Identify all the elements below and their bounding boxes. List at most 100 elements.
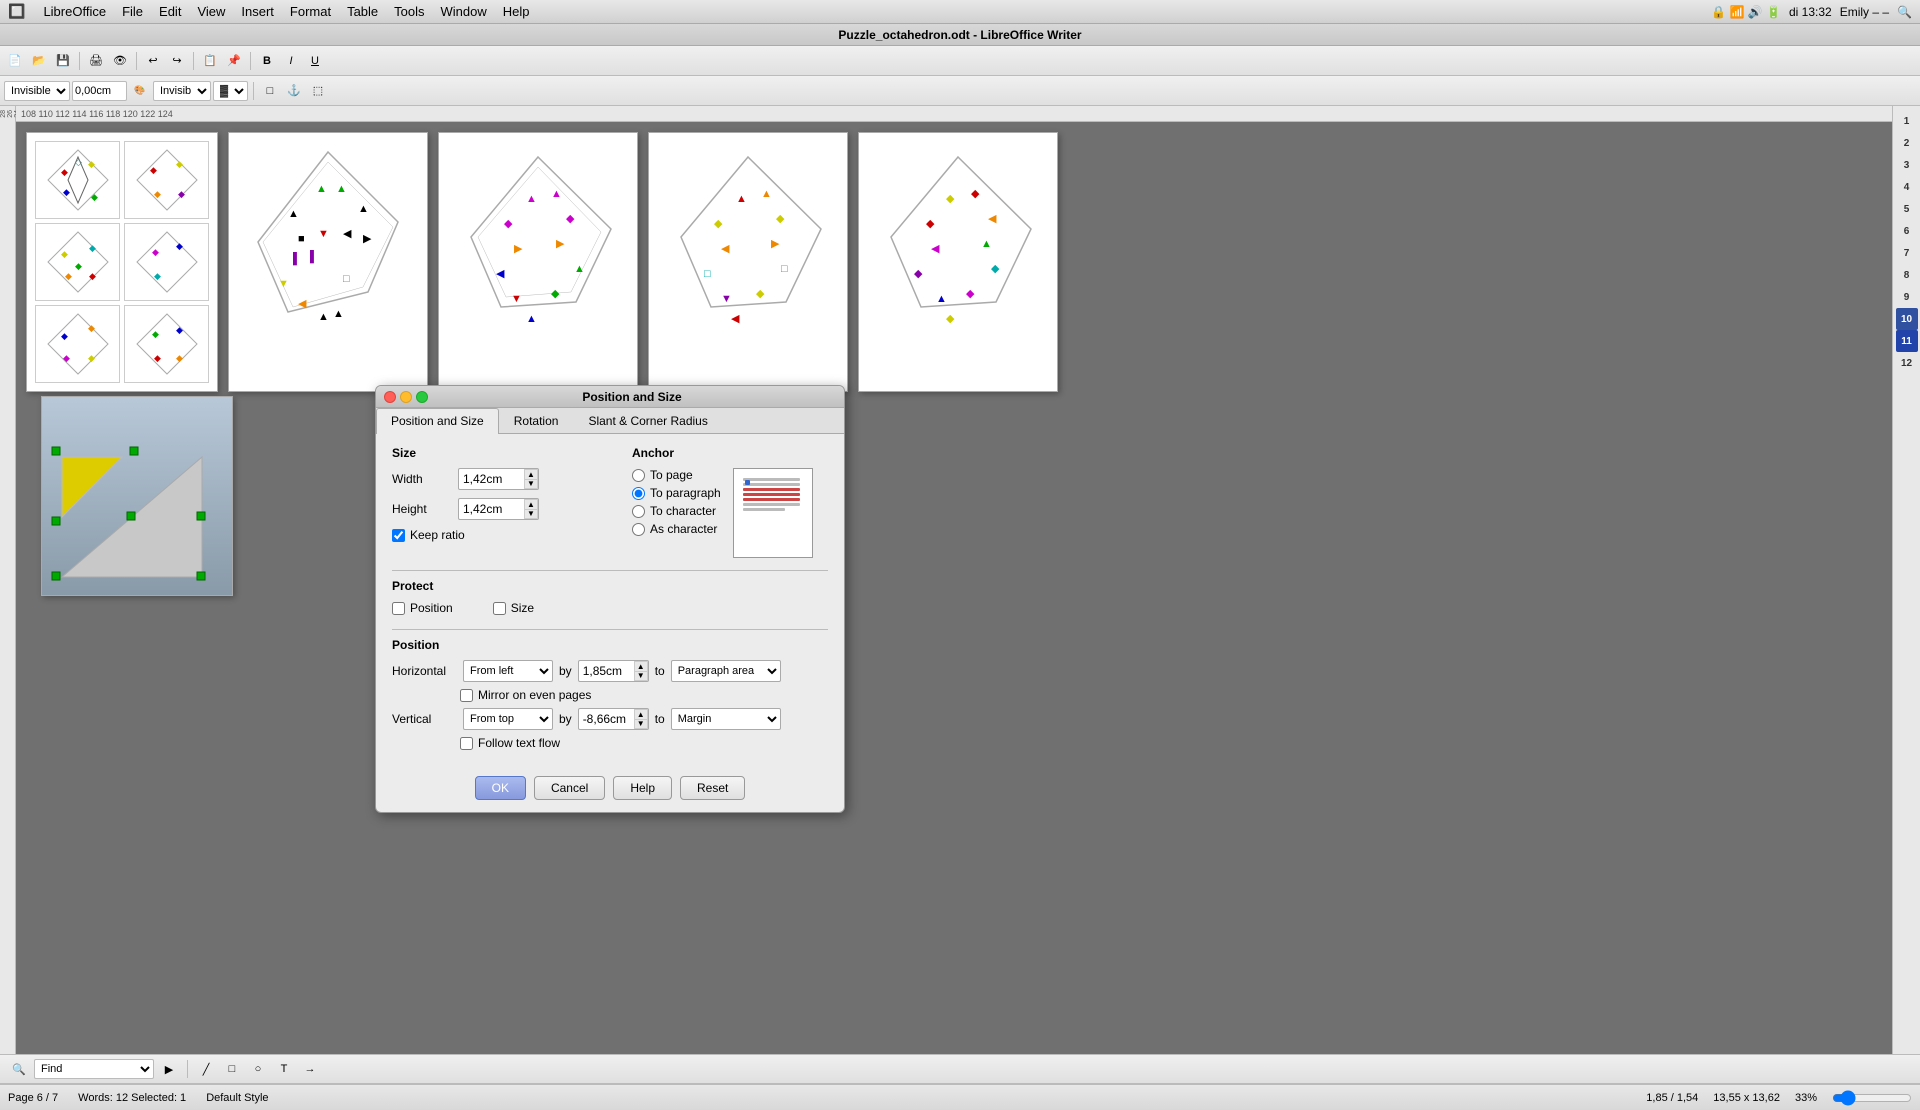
new-btn[interactable]: 📄	[4, 50, 26, 72]
tb-draw-text[interactable]: T	[273, 1058, 295, 1080]
line-style-select[interactable]: Invisible	[4, 81, 70, 101]
bold-btn[interactable]: B	[256, 50, 278, 72]
horizontal-to-select[interactable]: Paragraph area Margin Page	[671, 660, 781, 682]
anchor-to-character-radio[interactable]	[632, 505, 645, 518]
paste-btn[interactable]: 📌	[223, 50, 245, 72]
redo-btn[interactable]: ↪	[166, 50, 188, 72]
tab-position-size[interactable]: Position and Size	[376, 408, 499, 434]
menu-table[interactable]: Table	[339, 2, 386, 21]
page-num-11[interactable]: 11	[1896, 330, 1918, 352]
keep-ratio-checkbox[interactable]	[392, 529, 405, 542]
vby-up[interactable]: ▲	[634, 709, 648, 719]
height-input[interactable]: 1,42cm	[459, 500, 524, 518]
dialog-max-btn[interactable]	[416, 391, 428, 403]
svg-text:◆: ◆	[991, 263, 1000, 275]
width-down[interactable]: ▼	[524, 479, 538, 489]
horizontal-from-select[interactable]: From left From right From inside	[463, 660, 553, 682]
zoom-slider[interactable]	[1832, 1090, 1912, 1106]
page-num-9[interactable]: 9	[1896, 286, 1918, 308]
menu-insert[interactable]: Insert	[233, 2, 282, 21]
anchor-to-character-item[interactable]: To character	[632, 504, 721, 518]
open-btn[interactable]: 📂	[28, 50, 50, 72]
help-button[interactable]: Help	[613, 776, 672, 800]
tb-find-go[interactable]: ▶	[158, 1058, 180, 1080]
protect-size-label: Size	[511, 601, 534, 615]
page-num-3[interactable]: 3	[1896, 154, 1918, 176]
menu-view[interactable]: View	[189, 2, 233, 21]
page-num-4[interactable]: 4	[1896, 176, 1918, 198]
line-width-input[interactable]	[72, 81, 127, 101]
ok-button[interactable]: OK	[475, 776, 526, 800]
hby-up[interactable]: ▲	[634, 661, 648, 671]
menu-tools[interactable]: Tools	[386, 2, 432, 21]
anchor-as-character-item[interactable]: As character	[632, 522, 721, 536]
anchor-to-page-item[interactable]: To page	[632, 468, 721, 482]
height-down[interactable]: ▼	[524, 509, 538, 519]
anchor-to-paragraph-radio[interactable]	[632, 487, 645, 500]
tb-draw-line[interactable]: ╱	[195, 1058, 217, 1080]
page-num-6[interactable]: 6	[1896, 220, 1918, 242]
protect-size-checkbox[interactable]	[493, 602, 506, 615]
page-5: ◆◆ ◆◀ ◀▲ ◆◆ ▲◆ ◆	[858, 132, 1058, 392]
page-num-5[interactable]: 5	[1896, 198, 1918, 220]
italic-btn[interactable]: I	[280, 50, 302, 72]
shadow-btn[interactable]: □	[259, 80, 281, 102]
undo-btn[interactable]: ↩	[142, 50, 164, 72]
protect-position-checkbox[interactable]	[392, 602, 405, 615]
svg-text:▲: ▲	[574, 263, 585, 275]
vertical-by-input[interactable]	[579, 710, 634, 728]
menu-libreoffice[interactable]: LibreOffice	[35, 2, 114, 21]
page-num-1[interactable]: 1	[1896, 110, 1918, 132]
fill-style-select[interactable]: Invisib	[153, 81, 211, 101]
horizontal-by-input[interactable]	[579, 662, 634, 680]
width-label: Width	[392, 472, 452, 486]
hby-down[interactable]: ▼	[634, 671, 648, 681]
wrap-btn[interactable]: ⬚	[307, 80, 329, 102]
tb-draw-rect[interactable]: □	[221, 1058, 243, 1080]
follow-text-checkbox[interactable]	[460, 737, 473, 750]
reset-button[interactable]: Reset	[680, 776, 745, 800]
mirror-checkbox[interactable]	[460, 689, 473, 702]
page-num-2[interactable]: 2	[1896, 132, 1918, 154]
cancel-button[interactable]: Cancel	[534, 776, 605, 800]
tb-draw-arrow[interactable]: →	[299, 1058, 321, 1080]
search-icon[interactable]: 🔍	[1897, 5, 1912, 19]
menu-help[interactable]: Help	[495, 2, 538, 21]
dialog-close-btn[interactable]	[384, 391, 396, 403]
page-num-8[interactable]: 8	[1896, 264, 1918, 286]
tb-draw-ellipse[interactable]: ○	[247, 1058, 269, 1080]
anchor-to-paragraph-item[interactable]: To paragraph	[632, 486, 721, 500]
page-num-12[interactable]: 12	[1896, 352, 1918, 374]
menu-format[interactable]: Format	[282, 2, 339, 21]
tab-rotation[interactable]: Rotation	[499, 408, 574, 433]
menu-file[interactable]: File	[114, 2, 151, 21]
save-btn[interactable]: 💾	[52, 50, 74, 72]
underline-btn[interactable]: U	[304, 50, 326, 72]
width-up[interactable]: ▲	[524, 469, 538, 479]
tb-find[interactable]: 🔍	[8, 1058, 30, 1080]
anchor-btn[interactable]: ⚓	[283, 80, 305, 102]
mirror-row: Mirror on even pages	[460, 688, 828, 702]
page-num-10[interactable]: 10	[1896, 308, 1918, 330]
find-input[interactable]: Find	[34, 1059, 154, 1079]
width-input[interactable]: 1,42cm	[459, 470, 524, 488]
tab-slant[interactable]: Slant & Corner Radius	[573, 408, 722, 433]
anchor-to-page-radio[interactable]	[632, 469, 645, 482]
vertical-to-select[interactable]: Margin Paragraph area Page	[671, 708, 781, 730]
menu-edit[interactable]: Edit	[151, 2, 189, 21]
menu-window[interactable]: Window	[433, 2, 495, 21]
copy-btn[interactable]: 📋	[199, 50, 221, 72]
anchor-dot	[745, 480, 750, 485]
thumb-cell-2: ◆◆◆◆	[124, 141, 209, 219]
page-num-7[interactable]: 7	[1896, 242, 1918, 264]
dialog-min-btn[interactable]	[400, 391, 412, 403]
height-up[interactable]: ▲	[524, 499, 538, 509]
preview-btn[interactable]: 👁	[109, 50, 131, 72]
line-color-btn[interactable]: 🎨	[129, 80, 151, 102]
follow-text-label: Follow text flow	[478, 736, 560, 750]
fill-color-select[interactable]: ▓	[213, 81, 248, 101]
vertical-from-select[interactable]: From top From bottom	[463, 708, 553, 730]
anchor-as-character-radio[interactable]	[632, 523, 645, 536]
vby-down[interactable]: ▼	[634, 719, 648, 729]
print-btn[interactable]: 🖨	[85, 50, 107, 72]
